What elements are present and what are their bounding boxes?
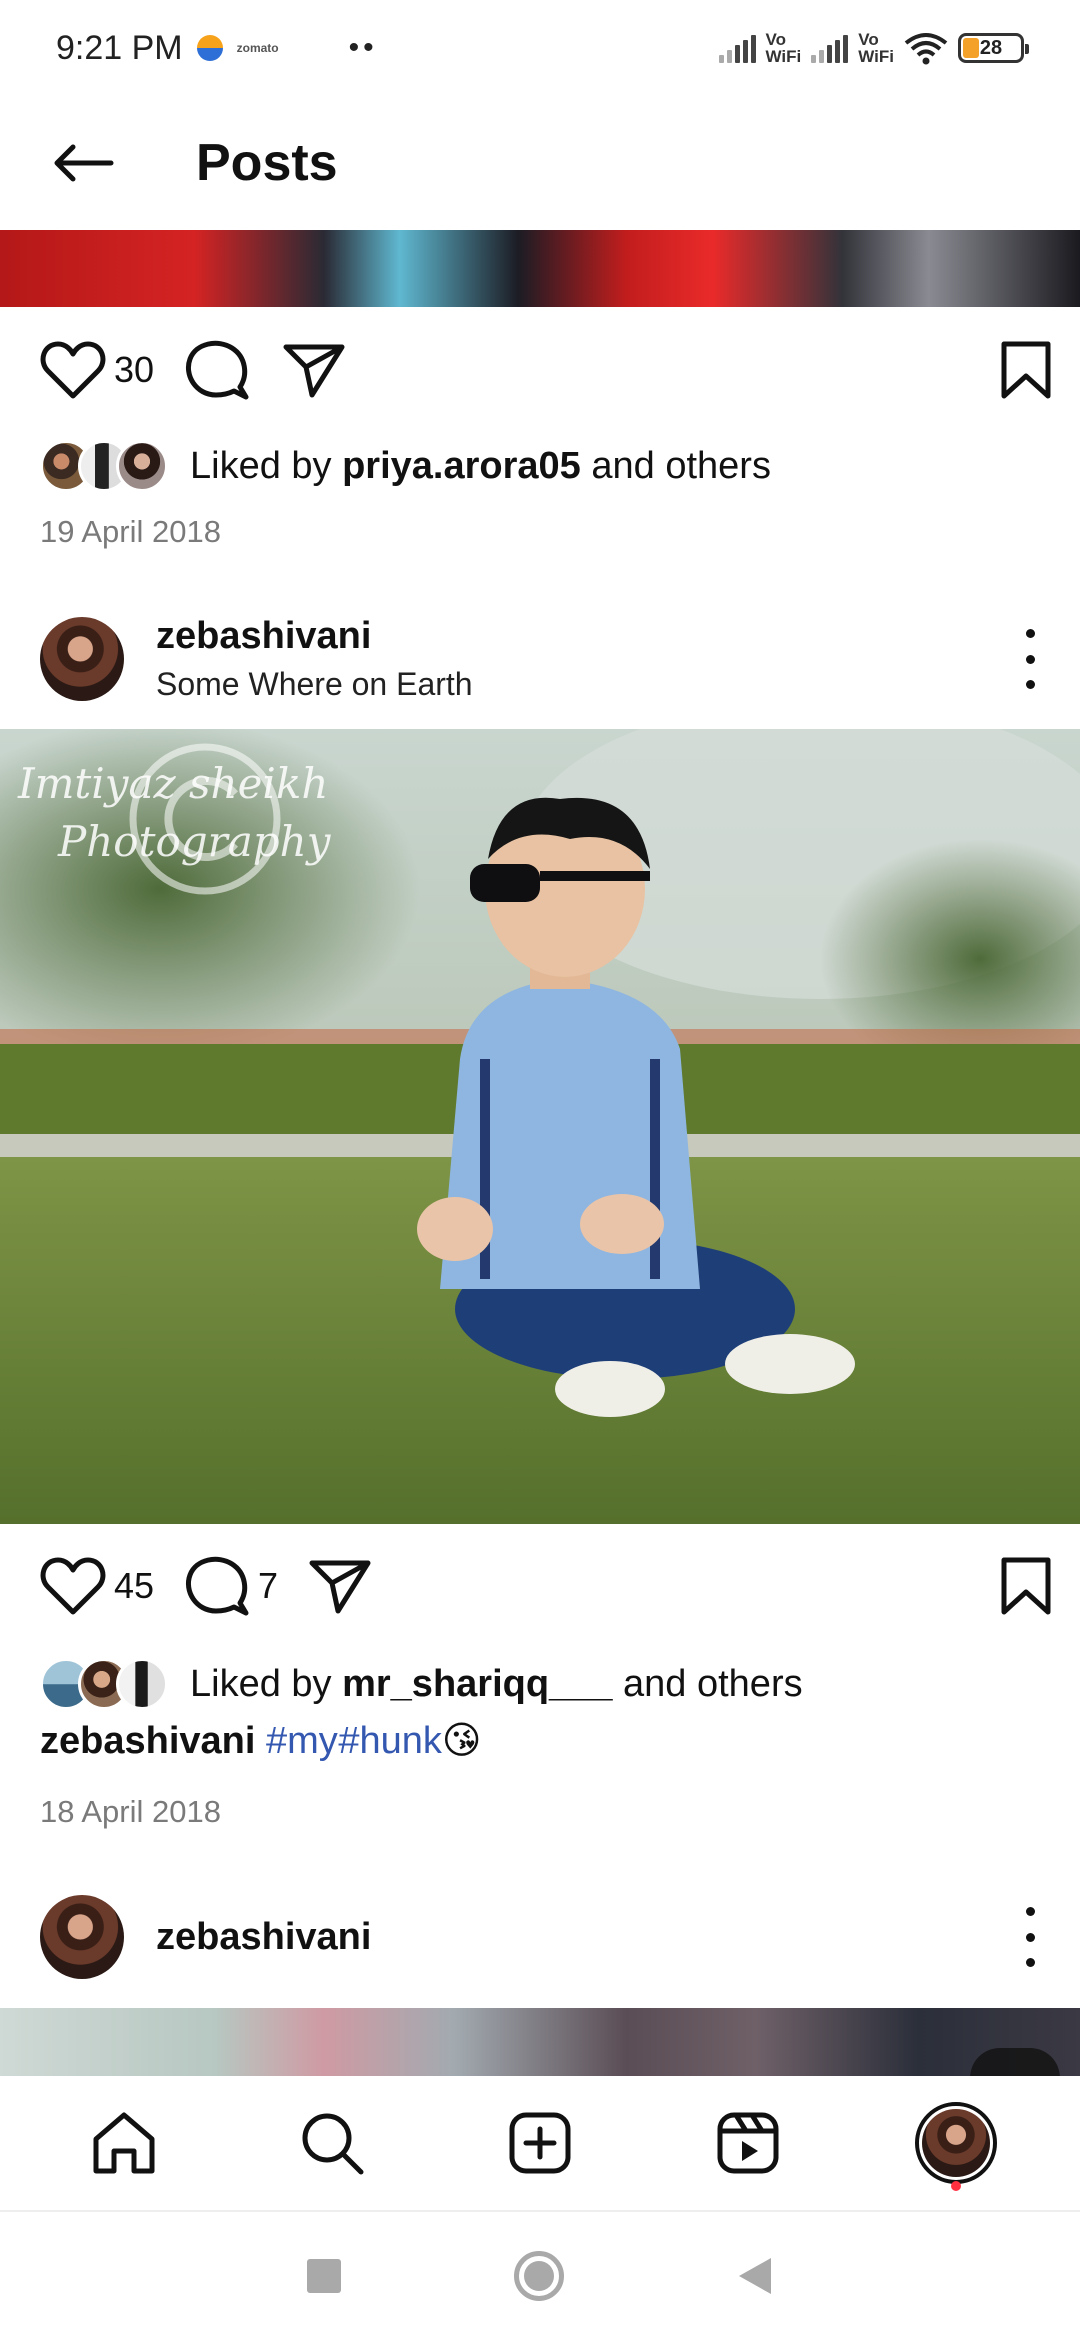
signal-icon xyxy=(718,33,756,63)
bookmark-icon xyxy=(1001,341,1051,399)
nav-create[interactable] xyxy=(490,2093,590,2193)
post-image-previous[interactable] xyxy=(0,230,1080,307)
liked-by-prefix: Liked by xyxy=(190,444,343,487)
recents-button[interactable] xyxy=(306,2259,341,2293)
liker-avatars xyxy=(40,1658,168,1710)
comment-icon xyxy=(186,340,249,400)
status-indicators: Vo WiFi Vo WiFi 28 xyxy=(718,30,1029,66)
comment-count[interactable]: 7 xyxy=(258,1565,278,1607)
post-header: zebashivani xyxy=(0,1882,1080,1992)
status-time: 9:21 PM xyxy=(56,28,183,67)
share-button[interactable] xyxy=(308,1546,372,1626)
more-button[interactable] xyxy=(1020,1907,1040,1967)
comment-icon xyxy=(186,1556,249,1616)
like-count[interactable]: 30 xyxy=(114,349,154,391)
more-notifications-indicator: •• xyxy=(348,31,378,64)
liked-by-row[interactable]: Liked by mr_shariqq___ and others xyxy=(40,1654,803,1714)
liked-by-user[interactable]: priya.arora05 xyxy=(342,445,581,488)
like-count[interactable]: 45 xyxy=(114,1565,154,1607)
avatar[interactable] xyxy=(40,617,124,701)
post-actions: 30 xyxy=(0,320,1080,420)
liked-by-user[interactable]: mr_shariqq___ xyxy=(342,1663,612,1706)
system-navigation xyxy=(0,2212,1080,2340)
liked-by-prefix: Liked by xyxy=(190,1662,343,1705)
avatar xyxy=(116,1658,168,1710)
signal-icon-2 xyxy=(811,33,849,63)
post-date: 18 April 2018 xyxy=(40,1794,221,1829)
more-icon xyxy=(1025,629,1035,638)
back-button[interactable] xyxy=(38,118,128,208)
save-button[interactable] xyxy=(1000,1546,1052,1626)
home-system-button[interactable] xyxy=(513,2251,564,2301)
more-button[interactable] xyxy=(1020,629,1040,689)
post-location[interactable]: Some Where on Earth xyxy=(156,666,473,703)
liker-avatars xyxy=(40,440,168,492)
caption-username[interactable]: zebashivani xyxy=(40,1720,255,1762)
search-icon xyxy=(302,2113,364,2175)
liked-by-row[interactable]: Liked by priya.arora05 and others xyxy=(40,436,771,496)
post-header: zebashivani Some Where on Earth xyxy=(0,604,1080,714)
comment-button[interactable] xyxy=(184,330,250,410)
vowifi-label: Vo WiFi xyxy=(765,30,802,66)
share-icon xyxy=(309,1560,371,1614)
heart-icon xyxy=(40,1557,106,1615)
notification-dot xyxy=(951,2181,961,2191)
post-date: 19 April 2018 xyxy=(40,514,221,549)
hashtag[interactable]: #hunk xyxy=(338,1720,442,1762)
profile-icon xyxy=(915,2102,997,2184)
more-icon xyxy=(1025,1907,1035,1916)
save-button[interactable] xyxy=(1000,330,1052,410)
home-icon xyxy=(93,2112,155,2174)
back-system-button[interactable] xyxy=(737,2256,773,2296)
app-header: Posts xyxy=(0,96,1080,230)
vowifi-label-2: Vo WiFi xyxy=(858,30,894,66)
hashtag[interactable]: #my xyxy=(266,1720,338,1762)
heart-icon xyxy=(40,341,106,399)
post-actions: 45 7 xyxy=(0,1536,1080,1636)
nav-home[interactable] xyxy=(74,2093,174,2193)
page-title: Posts xyxy=(196,134,338,192)
post-username[interactable]: zebashivani xyxy=(156,1916,371,1959)
like-button[interactable]: 45 xyxy=(40,1546,154,1626)
app-notification-icon xyxy=(196,35,223,61)
avatar xyxy=(116,440,168,492)
copyright-icon xyxy=(129,743,281,895)
wifi-icon xyxy=(904,33,948,65)
battery-level: 28 xyxy=(979,36,1003,59)
image-count-badge xyxy=(970,2048,1060,2076)
reels-icon xyxy=(717,2112,779,2174)
post-image[interactable]: Imtiyaz sheikh Photography xyxy=(0,729,1080,1524)
status-bar: 9:21 PM zomato •• Vo WiFi Vo WiFi 28 xyxy=(0,0,1080,96)
liked-by-suffix[interactable]: and others xyxy=(581,445,771,488)
bookmark-icon xyxy=(1001,1557,1051,1615)
nav-profile[interactable] xyxy=(906,2093,1006,2193)
post-username[interactable]: zebashivani xyxy=(156,615,473,658)
liked-by-suffix[interactable]: and others xyxy=(612,1663,803,1706)
caption-emoji: 😘 xyxy=(441,1720,482,1762)
comment-button[interactable]: 7 xyxy=(184,1546,278,1626)
nav-reels[interactable] xyxy=(698,2093,798,2193)
nav-search[interactable] xyxy=(282,2093,382,2193)
post-image-next[interactable] xyxy=(0,2008,1080,2076)
share-icon xyxy=(283,344,345,398)
avatar[interactable] xyxy=(40,1895,124,1979)
share-button[interactable] xyxy=(282,330,346,410)
bottom-navigation xyxy=(0,2076,1080,2212)
create-icon xyxy=(509,2112,571,2174)
like-button[interactable]: 30 xyxy=(40,330,154,410)
back-arrow-icon xyxy=(54,144,114,182)
app-notification-label: zomato xyxy=(236,41,279,55)
post-caption: zebashivani #my #hunk😘 xyxy=(40,1718,482,1763)
battery-icon: 28 xyxy=(958,33,1029,63)
